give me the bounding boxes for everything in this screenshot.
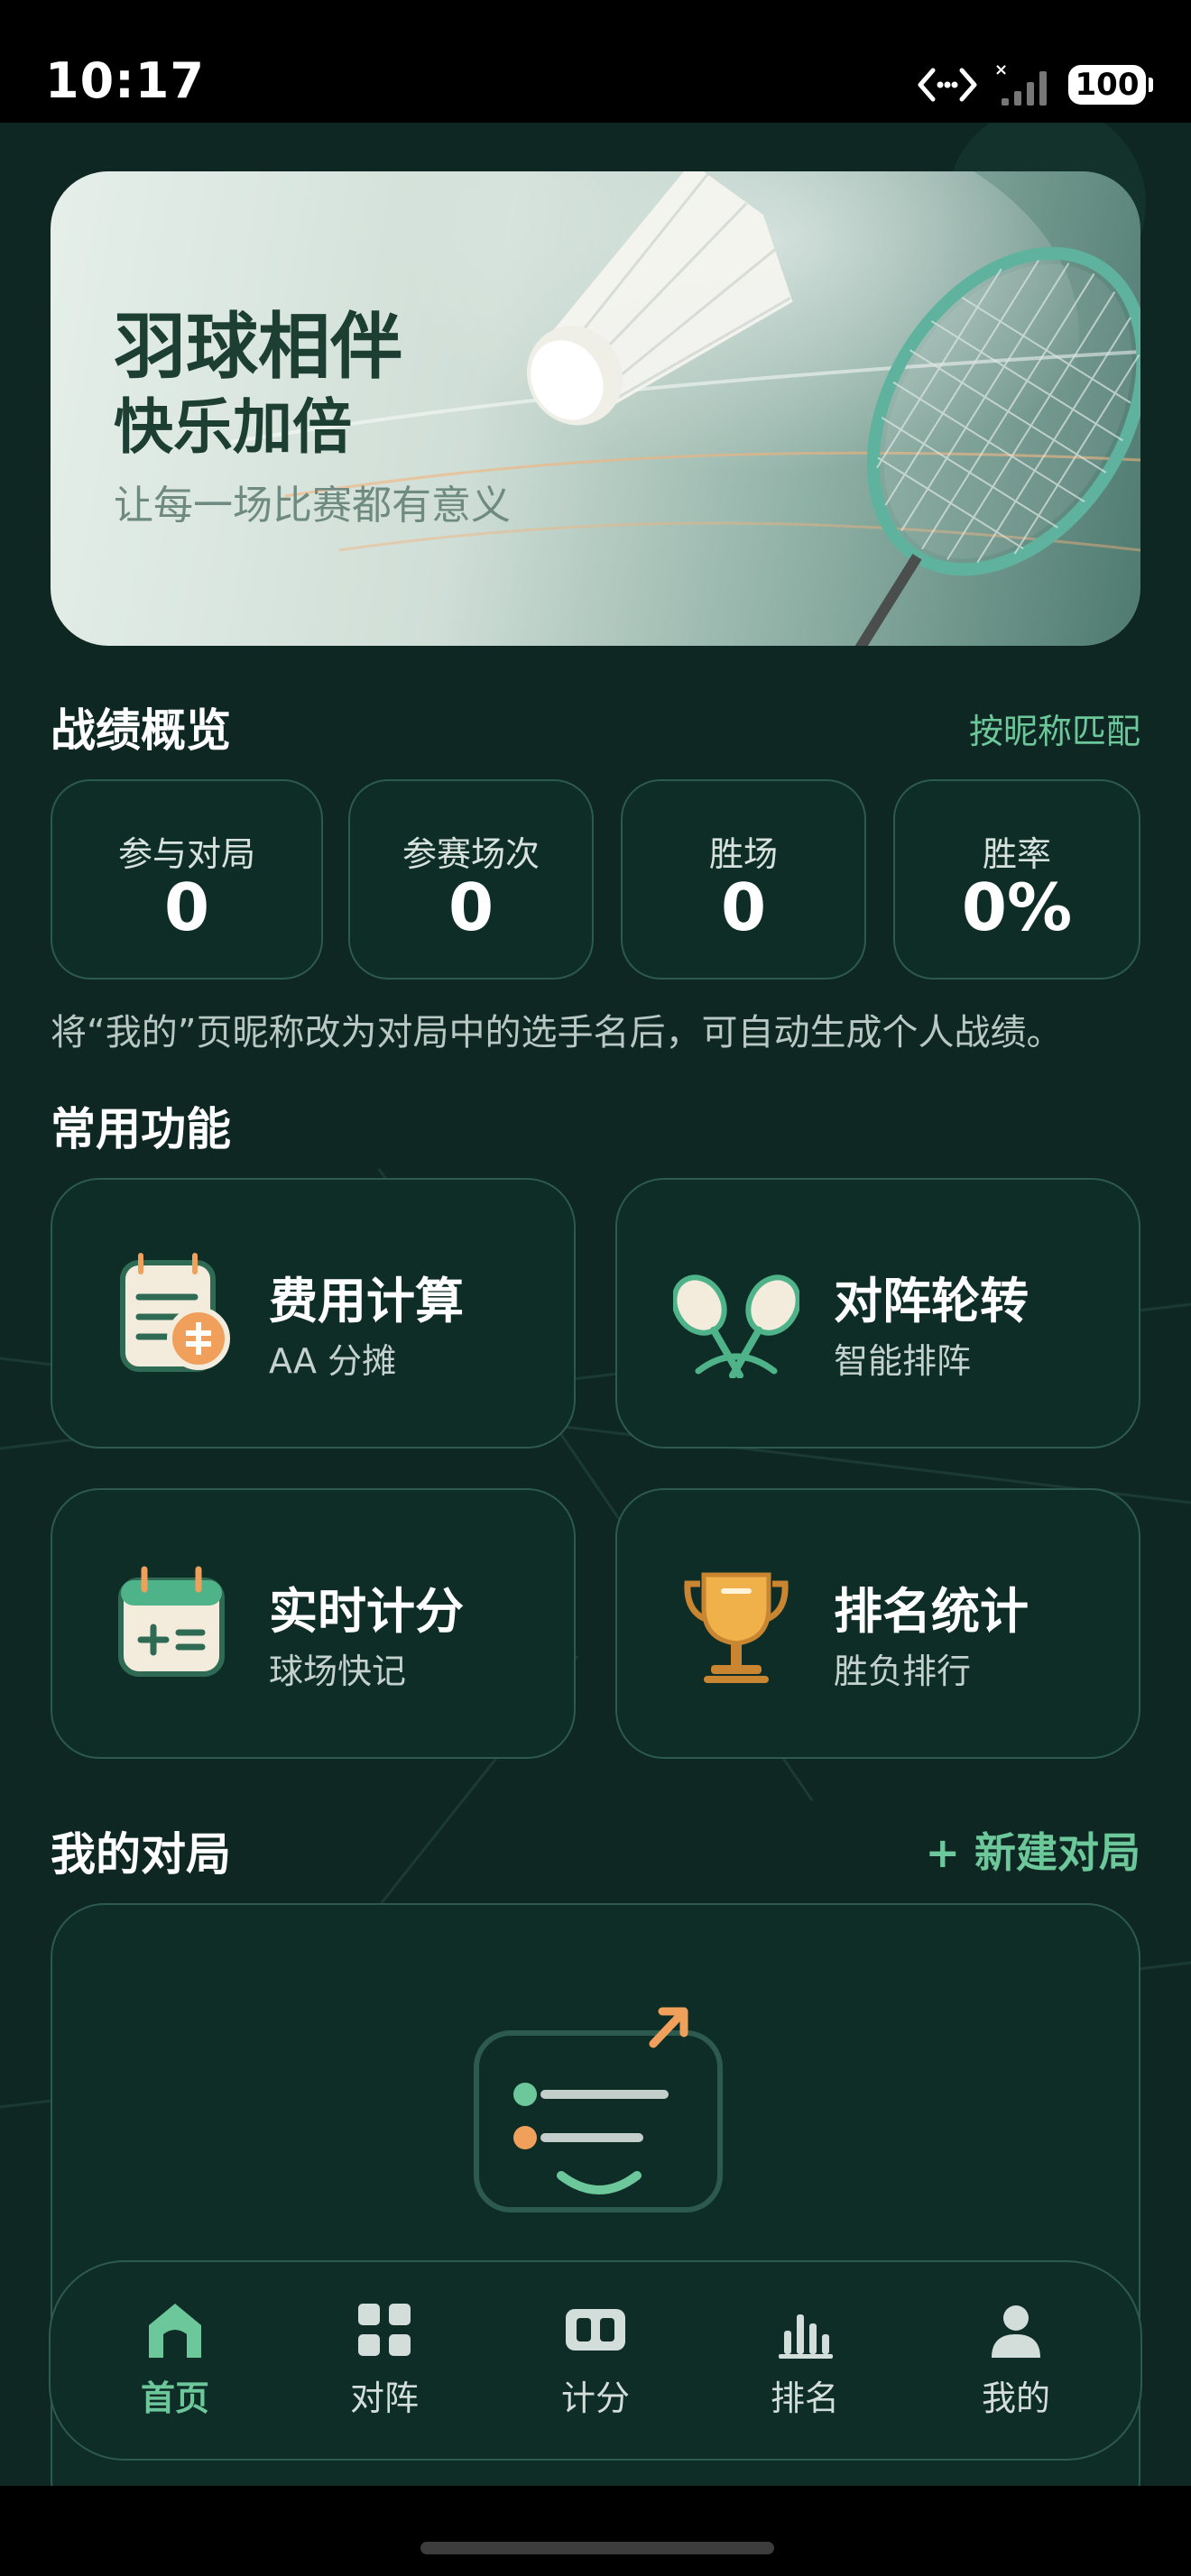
tab-profile[interactable]: 我的 <box>935 2298 1097 2420</box>
feature-subtitle: 智能排阵 <box>834 1341 972 1381</box>
feature-expense[interactable]: 费用计算 AA 分摊 <box>51 1178 576 1449</box>
empty-list-icon <box>474 2007 723 2213</box>
stat-card-win-rate: 胜率 0% <box>893 779 1140 980</box>
tab-label: 首页 <box>140 2378 209 2418</box>
features-section-title: 常用功能 <box>51 1103 231 1155</box>
stat-value: 0 <box>720 869 767 945</box>
hero-subtitle: 让每一场比赛都有意义 <box>114 483 511 529</box>
feature-title: 排名统计 <box>834 1583 1029 1640</box>
stat-value: 0 <box>448 869 494 945</box>
stat-label: 胜场 <box>708 834 778 874</box>
match-by-nickname-link[interactable]: 按昵称匹配 <box>969 704 1140 753</box>
tab-ranking[interactable]: 排名 <box>724 2298 886 2420</box>
stats-hint: 将“我的”页昵称改为对局中的选手名后，可自动生成个人战绩。 <box>51 1012 1063 1053</box>
bottom-tab-bar: 首页 对阵 计分 排名 我的 <box>49 2260 1142 2461</box>
battery-icon: 100 <box>1068 65 1153 105</box>
feature-rotation[interactable]: 对阵轮转 智能排阵 <box>615 1178 1140 1449</box>
feature-title: 费用计算 <box>269 1273 464 1329</box>
no-signal-icon: × <box>994 62 1047 106</box>
tab-home[interactable]: 首页 <box>94 2298 256 2420</box>
stat-label: 胜率 <box>982 834 1051 874</box>
tab-score[interactable]: 计分 <box>514 2298 677 2420</box>
stat-value: 0 <box>163 869 210 945</box>
scoreboard-icon <box>566 2309 625 2351</box>
bar-chart-icon <box>779 2314 833 2359</box>
hero-title-line2: 快乐加倍 <box>114 392 352 462</box>
new-match-button[interactable]: + 新建对局 <box>925 1820 1140 1880</box>
tab-label: 对阵 <box>349 2378 419 2418</box>
stat-label: 参赛场次 <box>402 834 540 874</box>
score-calendar-icon <box>118 1566 225 1677</box>
bottom-safe-area <box>0 2486 1191 2576</box>
home-indicator[interactable] <box>420 2542 774 2554</box>
crossed-rackets-icon <box>673 1274 799 1378</box>
matches-section-title: 我的对局 <box>51 1828 231 1881</box>
feature-live-score[interactable]: 实时计分 球场快记 <box>51 1488 576 1759</box>
home-icon <box>149 2304 201 2358</box>
tab-matchup[interactable]: 对阵 <box>303 2298 466 2420</box>
user-icon <box>992 2305 1040 2358</box>
feature-title: 实时计分 <box>269 1583 464 1640</box>
feature-ranking[interactable]: 排名统计 胜负排行 <box>615 1488 1140 1759</box>
tab-label: 计分 <box>560 2378 630 2418</box>
status-time: 10:17 <box>45 52 205 109</box>
hero-title: 羽球相伴 <box>114 305 402 389</box>
stat-label: 参与对局 <box>117 834 255 874</box>
link-icon <box>918 68 977 102</box>
feature-subtitle: 胜负排行 <box>834 1651 972 1691</box>
svg-text:×: × <box>994 62 1008 79</box>
stat-card-matches: 参与对局 0 <box>51 779 323 980</box>
tab-label: 我的 <box>981 2378 1050 2418</box>
grid-icon <box>358 2304 411 2356</box>
feature-title: 对阵轮转 <box>834 1273 1029 1329</box>
stats-section-title: 战绩概览 <box>51 704 231 757</box>
hero-banner[interactable]: 羽球相伴 快乐加倍 让每一场比赛都有意义 <box>51 171 1140 646</box>
expense-calculator-icon <box>120 1253 230 1372</box>
trophy-icon <box>684 1572 789 1683</box>
stat-card-wins: 胜场 0 <box>621 779 866 980</box>
stat-value: 0% <box>961 869 1073 945</box>
status-bar: 10:17 × 100 <box>0 0 1191 123</box>
feature-subtitle: 球场快记 <box>269 1651 407 1691</box>
tab-label: 排名 <box>770 2378 839 2418</box>
stat-card-games: 参赛场次 0 <box>348 779 594 980</box>
feature-subtitle: AA 分摊 <box>269 1341 397 1381</box>
status-icons: × 100 <box>917 60 1153 110</box>
